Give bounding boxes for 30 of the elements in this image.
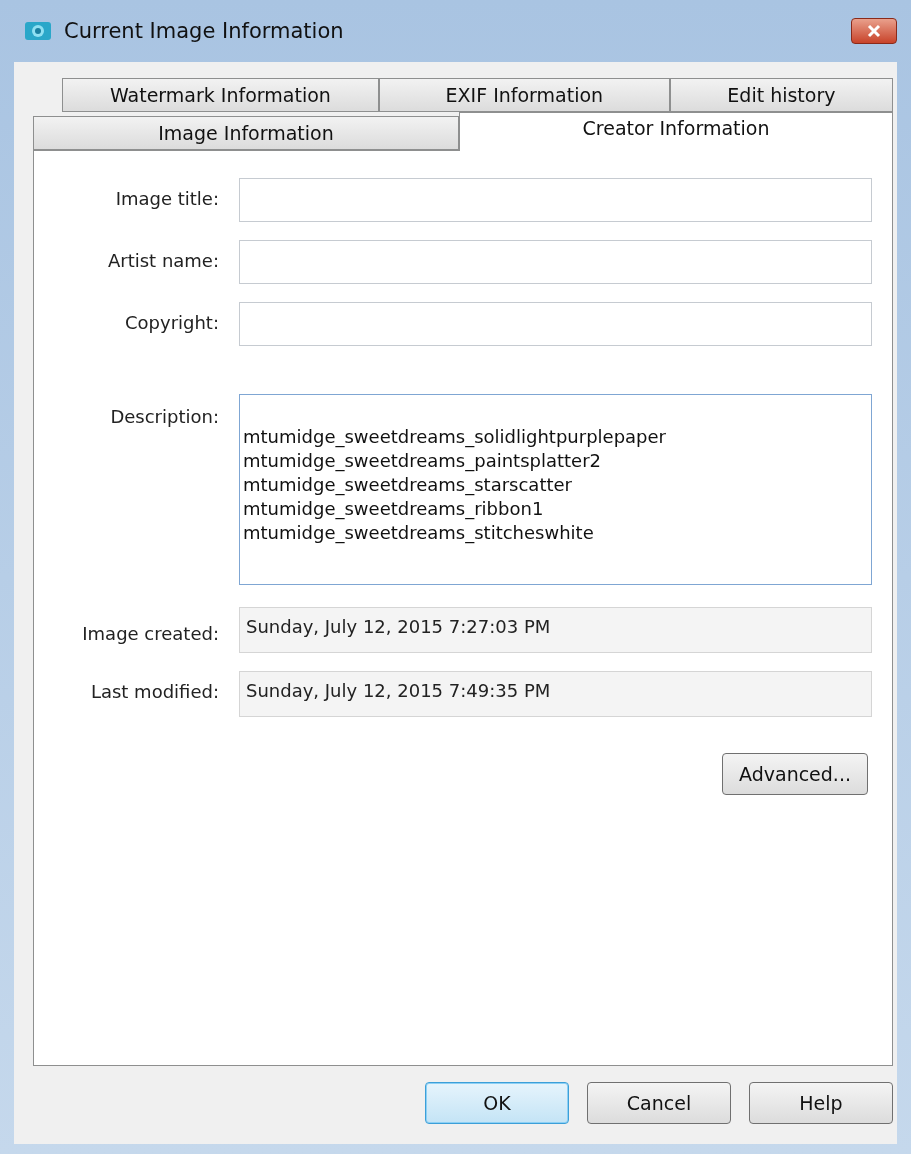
description-line: mtumidge_sweetdreams_stitcheswhite (243, 521, 595, 544)
description-line: mtumidge_sweetdreams_paintsplatter2 (243, 449, 602, 472)
field-label: Last modified: (89, 680, 219, 702)
description-line: mtumidge_sweetdreams_starscatter (243, 473, 573, 496)
tab[interactable]: EXIF Information (378, 78, 670, 112)
tab[interactable]: Edit history (669, 78, 893, 112)
tab[interactable]: Image Information (33, 116, 459, 150)
tab[interactable]: Watermark Information (62, 78, 379, 112)
app-icon (24, 19, 52, 43)
description-field[interactable]: mtumidge_sweetdreams_solidlightpurplepaper mtumidge_sweetdreams_paintsplatter2 mtumidge_sweetdreams_starscatter mtumidge_sweetdreams_ribbon1 mtumidge_sweetdreams_stitcheswhite (239, 394, 872, 585)
dialog-button[interactable]: Cancel (587, 1082, 731, 1124)
window-title: Current Image Information (64, 19, 345, 43)
close-button[interactable] (851, 18, 897, 44)
field-label: Image title: (114, 187, 219, 209)
description-line: mtumidge_sweetdreams_ribbon1 (243, 497, 545, 520)
tab[interactable]: Creator Information (459, 112, 893, 151)
field-label: Image created: (81, 622, 219, 644)
input-field[interactable] (239, 302, 872, 346)
dialog-button[interactable]: Help (749, 1082, 893, 1124)
advanced-button[interactable]: Advanced... (722, 753, 868, 795)
field-value: Sunday, July 12, 2015 7:27:03 PM (246, 616, 551, 637)
close-icon (866, 24, 882, 38)
field-label: Description: (109, 405, 219, 427)
input-field[interactable] (239, 178, 872, 222)
description-line: mtumidge_sweetdreams_solidlightpurplepaper (243, 425, 668, 448)
field-label: Copyright: (123, 311, 219, 333)
input-field[interactable] (239, 240, 872, 284)
field-label: Artist name: (106, 249, 219, 271)
field-value: Sunday, July 12, 2015 7:49:35 PM (246, 680, 551, 701)
dialog-button[interactable]: OK (425, 1082, 569, 1124)
